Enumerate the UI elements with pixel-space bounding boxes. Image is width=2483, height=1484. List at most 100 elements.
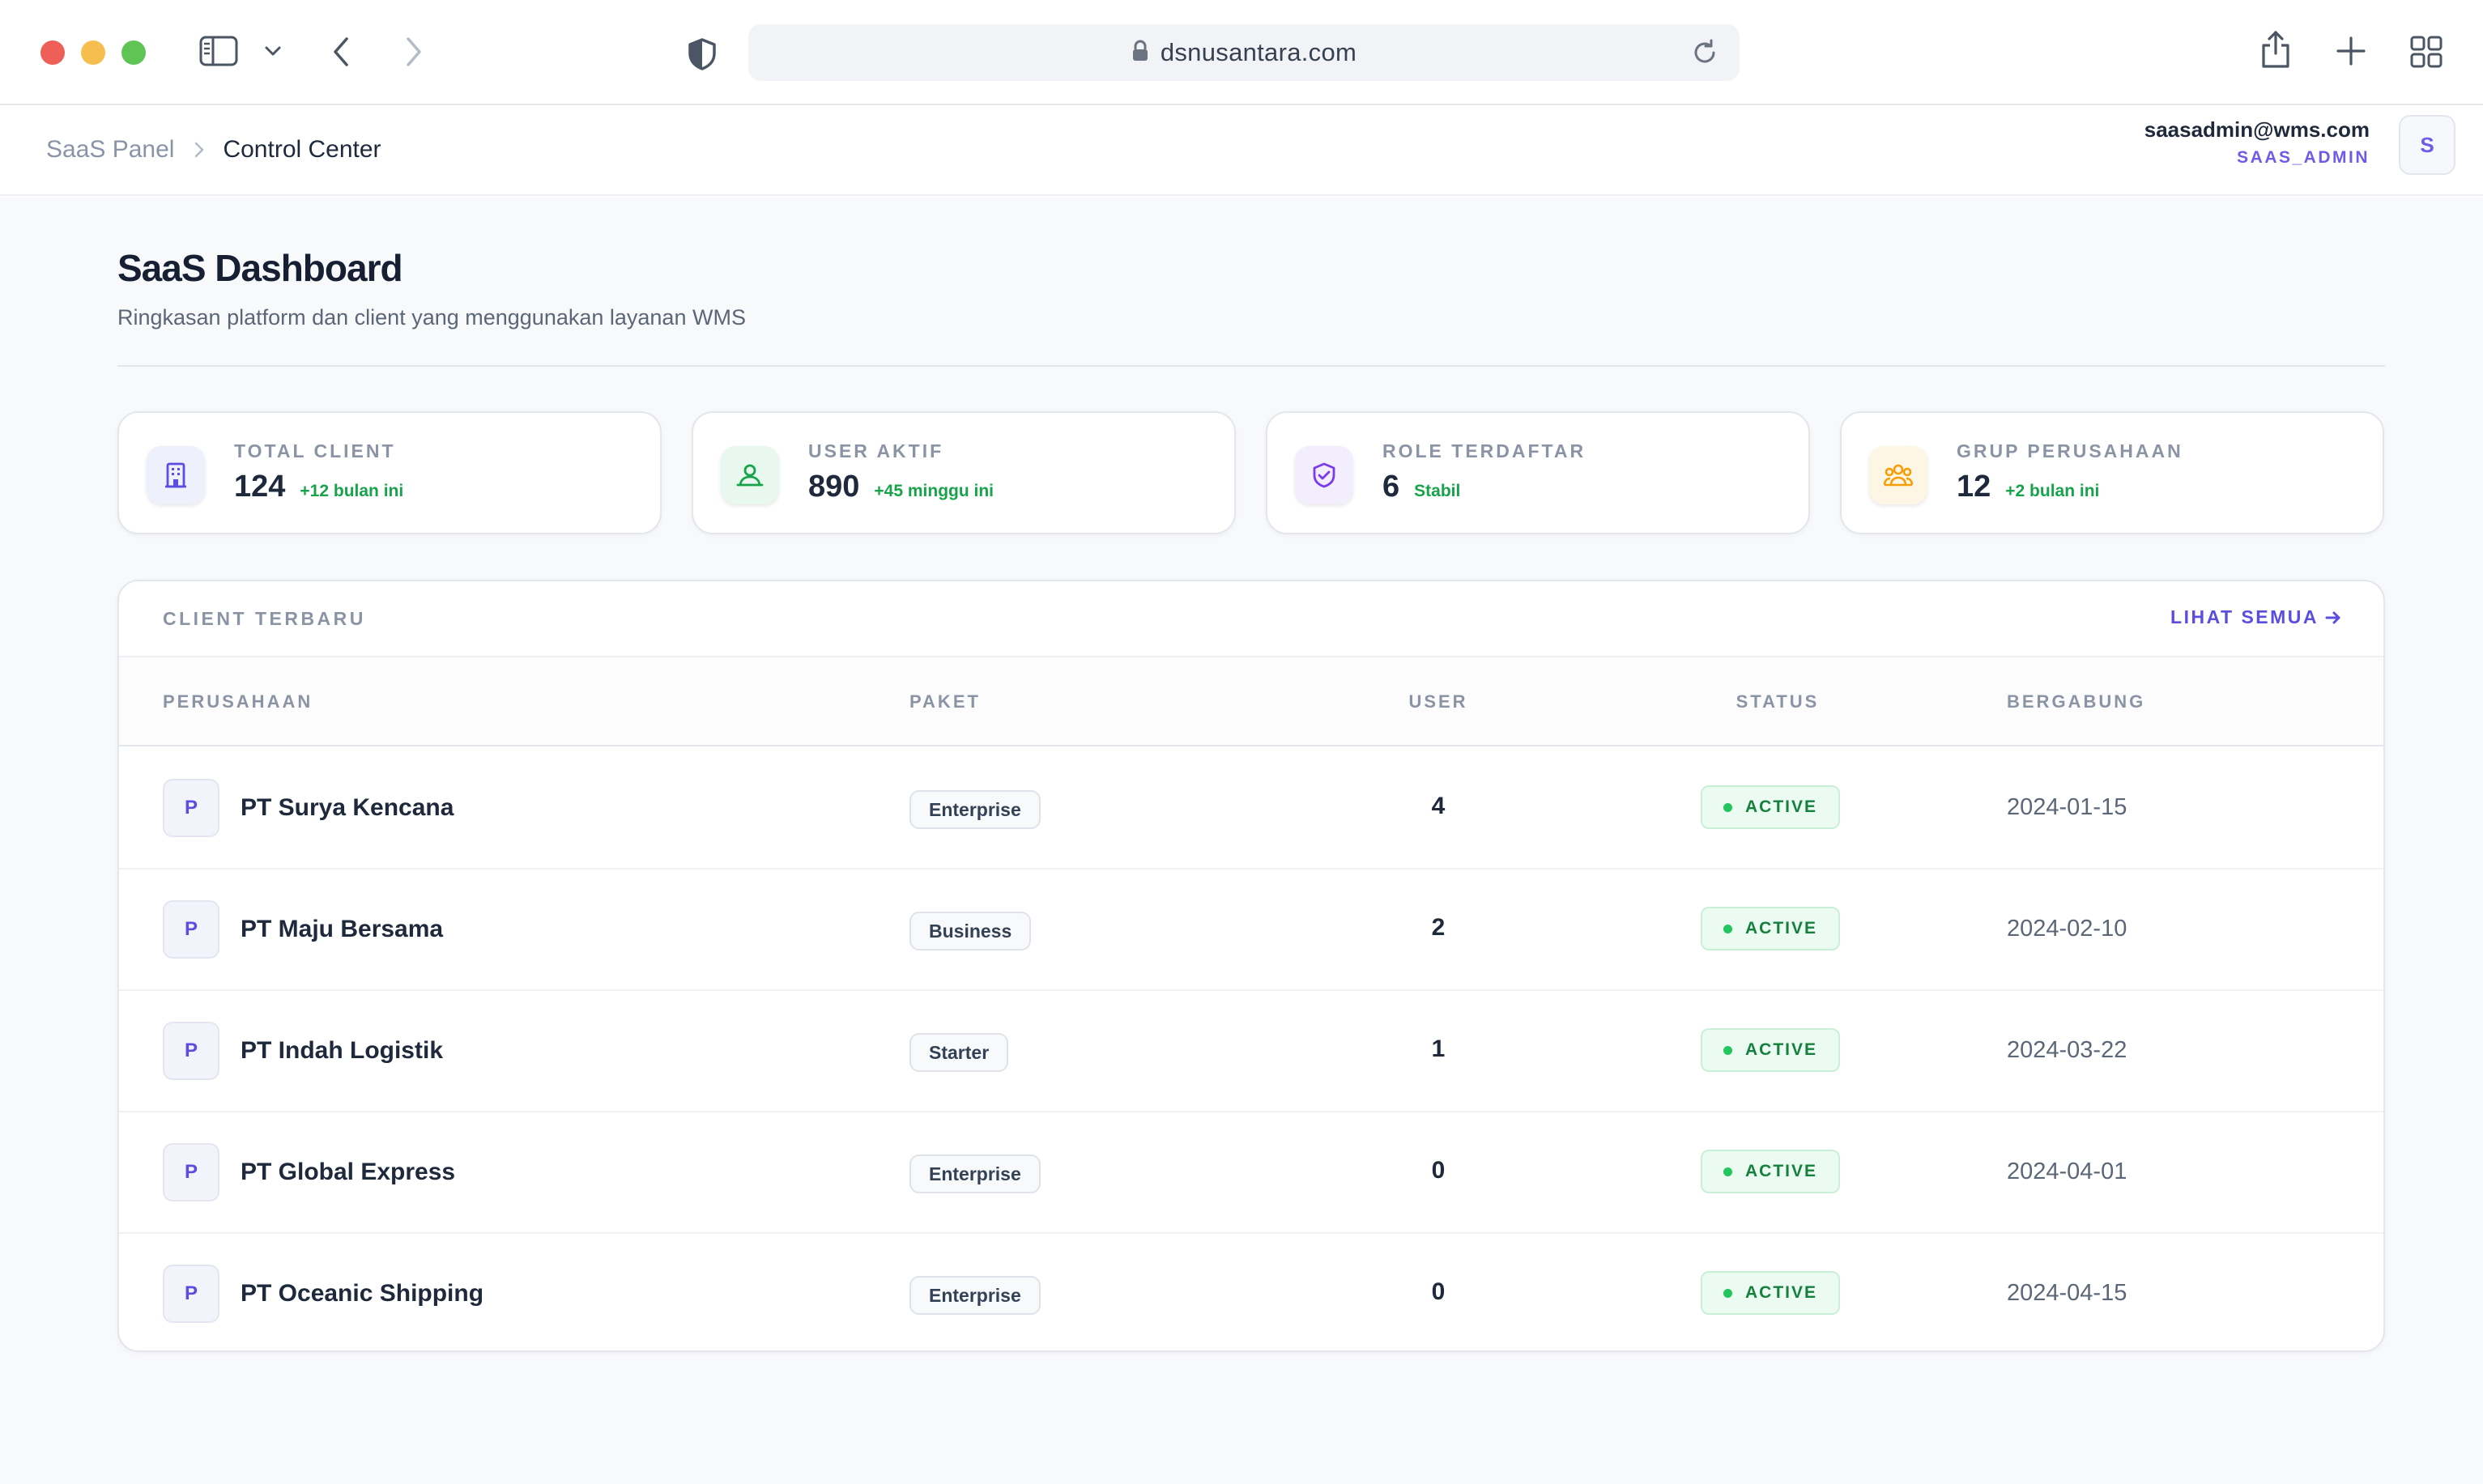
table-row[interactable]: P PT Oceanic Shipping Enterprise 0 ACTIV… [119,1234,2383,1350]
table-row[interactable]: P PT Global Express Enterprise 0 ACTIVE … [119,1112,2383,1234]
user-info: saasadmin@wms.com SAAS_ADMIN [2144,115,2370,172]
privacy-shield-icon[interactable] [687,37,718,71]
user-icon [721,446,779,504]
column-header-status[interactable]: STATUS [1723,691,1833,712]
stat-delta: Stabil [1414,482,1461,500]
reload-icon[interactable] [1691,39,1719,66]
company-avatar: P [163,1022,219,1080]
stat-card-total-client: TOTAL CLIENT 124 +12 bulan ini [117,411,662,534]
section-title: CLIENT TERBARU [163,608,366,629]
status-badge: ACTIVE [1701,785,1841,829]
plan-badge: Enterprise [909,1154,1041,1193]
column-header-perusahaan[interactable]: PERUSAHAAN [163,691,313,712]
plan-badge: Enterprise [909,1276,1041,1315]
company-name[interactable]: PT Oceanic Shipping [241,1280,483,1308]
table-row[interactable]: P PT Indah Logistik Starter 1 ACTIVE 202… [119,991,2383,1112]
stat-label: ROLE TERDAFTAR [1382,440,1586,461]
status-badge: ACTIVE [1701,1028,1841,1072]
column-header-user[interactable]: USER [1397,691,1480,712]
status-badge: ACTIVE [1701,907,1841,950]
share-icon[interactable] [2259,29,2292,70]
app-header: SaaS Panel Control Center saasadmin@wms.… [0,105,2483,196]
stat-card-role-terdaftar: ROLE TERDAFTAR 6 Stabil [1266,411,1810,534]
status-dot-icon [1723,924,1732,933]
joined-date: 2024-01-15 [2007,794,2127,820]
status-badge: ACTIVE [1701,1271,1841,1315]
status-label: ACTIVE [1745,1040,1818,1059]
page-subtitle: Ringkasan platform dan client yang mengg… [117,305,746,330]
stat-value: 12 [1957,470,1991,504]
user-email: saasadmin@wms.com [2144,117,2370,142]
status-label: ACTIVE [1745,797,1818,816]
company-avatar: P [163,1143,219,1201]
plan-badge: Enterprise [909,790,1041,829]
company-avatar: P [163,1265,219,1323]
column-header-paket[interactable]: PAKET [909,691,981,712]
stat-delta: +2 bulan ini [2005,482,2100,500]
company-name[interactable]: PT Surya Kencana [241,794,454,822]
stat-delta: +45 minggu ini [874,482,994,500]
stat-delta: +12 bulan ini [300,482,404,500]
joined-date: 2024-02-10 [2007,916,2127,942]
user-count: 4 [1431,793,1446,819]
see-all-label: LIHAT SEMUA [2170,606,2319,627]
minimize-window-button[interactable] [81,40,105,65]
sidebar-toggle-icon[interactable] [199,36,238,66]
breadcrumb: SaaS Panel Control Center [46,130,381,170]
main-content: SaaS Dashboard Ringkasan platform dan cl… [0,198,2483,1484]
status-label: ACTIVE [1745,1283,1818,1302]
close-window-button[interactable] [40,40,65,65]
status-label: ACTIVE [1745,1162,1818,1180]
company-name[interactable]: PT Indah Logistik [241,1037,443,1065]
status-dot-icon [1723,1288,1732,1298]
user-avatar[interactable]: S [2399,115,2455,175]
chevron-right-icon [194,141,205,159]
company-name[interactable]: PT Global Express [241,1159,455,1186]
user-count: 0 [1431,1157,1446,1184]
stat-label: GRUP PERUSAHAAN [1957,440,2183,461]
joined-date: 2024-04-01 [2007,1159,2127,1184]
stat-value: 6 [1382,470,1400,504]
company-avatar: P [163,779,219,837]
shield-check-icon [1295,446,1353,504]
back-icon[interactable] [330,36,351,68]
lock-icon [1131,40,1149,66]
breadcrumb-current: Control Center [223,136,381,163]
stat-card-user-aktif: USER AKTIF 890 +45 minggu ini [692,411,1236,534]
plan-badge: Starter [909,1033,1009,1072]
status-dot-icon [1723,802,1732,812]
forward-icon[interactable] [403,36,424,68]
page-title: SaaS Dashboard [117,247,403,289]
stat-label: USER AKTIF [808,440,944,461]
joined-date: 2024-03-22 [2007,1037,2127,1063]
new-tab-icon[interactable] [2336,36,2366,66]
company-avatar: P [163,900,219,959]
joined-date: 2024-04-15 [2007,1280,2127,1306]
company-name[interactable]: PT Maju Bersama [241,916,443,943]
recent-clients-card: CLIENT TERBARU LIHAT SEMUA PERUSAHAAN PA… [117,580,2385,1352]
tab-overview-icon[interactable] [2410,36,2443,68]
browser-toolbar: dsnusantara.com [0,0,2483,105]
stat-value: 890 [808,470,860,504]
url-text: dsnusantara.com [1160,38,1357,66]
building-icon [147,446,205,504]
table-row[interactable]: P PT Maju Bersama Business 2 ACTIVE 2024… [119,870,2383,991]
table-row[interactable]: P PT Surya Kencana Enterprise 4 ACTIVE 2… [119,748,2383,870]
stat-value: 124 [234,470,286,504]
see-all-link[interactable]: LIHAT SEMUA [2170,606,2341,628]
maximize-window-button[interactable] [121,40,146,65]
breadcrumb-root-link[interactable]: SaaS Panel [46,136,174,164]
table-header: PERUSAHAAN PAKET USER STATUS BERGABUNG [119,657,2383,746]
user-count: 0 [1431,1278,1446,1305]
group-icon [1869,446,1927,504]
status-badge: ACTIVE [1701,1150,1841,1193]
arrow-right-icon [2325,611,2340,623]
status-label: ACTIVE [1745,919,1818,938]
user-role: SAAS_ADMIN [2237,148,2370,167]
column-header-bergabung[interactable]: BERGABUNG [2007,691,2145,712]
plan-badge: Business [909,912,1032,950]
stat-card-grup-perusahaan: GRUP PERUSAHAAN 12 +2 bulan ini [1840,411,2384,534]
address-bar[interactable]: dsnusantara.com [748,24,1740,81]
stat-label: TOTAL CLIENT [234,440,396,461]
chevron-down-icon[interactable] [264,45,282,57]
